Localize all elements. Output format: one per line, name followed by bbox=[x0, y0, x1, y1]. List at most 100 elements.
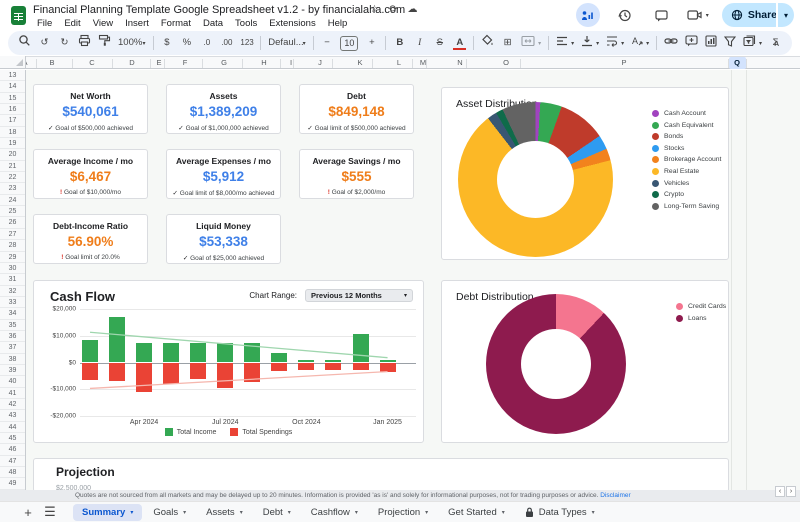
row-header-30[interactable]: 30 bbox=[0, 263, 25, 274]
legend-item-loans[interactable]: Loans bbox=[676, 315, 726, 322]
row-header-13[interactable]: 13 bbox=[0, 70, 25, 81]
insights-icon[interactable] bbox=[576, 3, 600, 27]
format-currency-button[interactable]: $ bbox=[160, 36, 173, 50]
row-header-42[interactable]: 42 bbox=[0, 399, 25, 410]
meet-button[interactable]: ▾ bbox=[687, 8, 709, 22]
insert-comment-icon[interactable] bbox=[685, 34, 698, 52]
row-header-24[interactable]: 24 bbox=[0, 195, 25, 206]
decrease-decimal-button[interactable]: .0 bbox=[200, 36, 213, 50]
income-bar[interactable] bbox=[82, 340, 98, 363]
income-bar[interactable] bbox=[109, 317, 125, 362]
add-sheet-icon[interactable]: + bbox=[17, 505, 39, 520]
cloud-saved-icon[interactable]: ☁ bbox=[406, 4, 419, 15]
legend-item-vehicles[interactable]: Vehicles bbox=[652, 180, 721, 187]
menu-data[interactable]: Data bbox=[197, 16, 229, 31]
undo-icon[interactable]: ↺ bbox=[38, 36, 51, 50]
menu-view[interactable]: View bbox=[87, 16, 119, 31]
filter-icon[interactable] bbox=[724, 34, 736, 52]
row-header-49[interactable]: 49 bbox=[0, 478, 25, 489]
collapse-toolbar-icon[interactable]: ∧ bbox=[773, 38, 780, 49]
row-header-44[interactable]: 44 bbox=[0, 422, 25, 433]
column-header-F[interactable]: F bbox=[183, 58, 188, 67]
spending-bar[interactable] bbox=[380, 363, 396, 372]
font-select[interactable]: Defaul... bbox=[268, 36, 299, 50]
text-color-button[interactable]: A bbox=[453, 37, 466, 50]
filter-views-icon[interactable] bbox=[743, 34, 756, 52]
paint-format-icon[interactable] bbox=[98, 34, 111, 52]
move-folder-icon[interactable]: ⟳ bbox=[387, 4, 400, 15]
redo-icon[interactable]: ↻ bbox=[58, 36, 71, 50]
spending-bar[interactable] bbox=[190, 363, 206, 380]
kpi-card-average-savings-mo[interactable]: Average Savings / mo$555! Goal of $2,000… bbox=[299, 149, 414, 199]
row-header-19[interactable]: 19 bbox=[0, 138, 25, 149]
column-header-C[interactable]: C bbox=[89, 58, 94, 67]
tab-summary[interactable]: Summary▾ bbox=[73, 504, 142, 521]
income-bar[interactable] bbox=[244, 343, 260, 363]
row-header-46[interactable]: 46 bbox=[0, 444, 25, 455]
column-header-Q[interactable]: Q bbox=[734, 58, 740, 67]
strikethrough-button[interactable]: S bbox=[433, 36, 446, 50]
borders-icon[interactable]: ⊞ bbox=[501, 36, 514, 50]
spending-bar[interactable] bbox=[271, 363, 287, 371]
menu-edit[interactable]: Edit bbox=[58, 16, 86, 31]
income-bar[interactable] bbox=[353, 334, 369, 363]
row-header-25[interactable]: 25 bbox=[0, 206, 25, 217]
spending-bar[interactable] bbox=[244, 363, 260, 382]
legend-item-cash-account[interactable]: Cash Account bbox=[652, 110, 721, 117]
column-header-O[interactable]: O bbox=[503, 58, 509, 67]
row-header-16[interactable]: 16 bbox=[0, 104, 25, 115]
kpi-card-debt[interactable]: Debt$849,148✓ Goal limit of $500,000 ach… bbox=[299, 84, 414, 134]
number-format-button[interactable]: 123 bbox=[240, 36, 253, 50]
column-header-N[interactable]: N bbox=[457, 58, 462, 67]
legend-item-bonds[interactable]: Bonds bbox=[652, 133, 721, 140]
row-header-39[interactable]: 39 bbox=[0, 365, 25, 376]
spending-bar[interactable] bbox=[109, 363, 125, 382]
text-rotation-icon[interactable]: A bbox=[631, 34, 643, 52]
spending-bar[interactable] bbox=[353, 363, 369, 371]
sheet-canvas[interactable]: Net Worth$540,061✓ Goal of $500,000 achi… bbox=[26, 70, 800, 490]
text-wrap-icon[interactable] bbox=[606, 34, 618, 52]
horizontal-scroll-buttons[interactable]: ‹ › bbox=[775, 486, 796, 497]
insert-link-icon[interactable] bbox=[664, 34, 678, 52]
legend-item-brokerage-account[interactable]: Brokerage Account bbox=[652, 156, 721, 163]
fill-color-icon[interactable] bbox=[481, 34, 494, 52]
row-header-32[interactable]: 32 bbox=[0, 286, 25, 297]
column-header-I[interactable]: I bbox=[290, 58, 292, 67]
row-header-17[interactable]: 17 bbox=[0, 115, 25, 126]
row-header-22[interactable]: 22 bbox=[0, 172, 25, 183]
row-header-14[interactable]: 14 bbox=[0, 81, 25, 92]
legend-item-long-term-saving[interactable]: Long-Term Saving bbox=[652, 203, 721, 210]
spending-bar[interactable] bbox=[136, 363, 152, 393]
row-header-38[interactable]: 38 bbox=[0, 354, 25, 365]
all-sheets-icon[interactable]: ☰ bbox=[39, 504, 61, 520]
row-header-36[interactable]: 36 bbox=[0, 331, 25, 342]
format-percent-button[interactable]: % bbox=[180, 36, 193, 50]
tab-get-started[interactable]: Get Started▾ bbox=[439, 504, 514, 521]
disclaimer-link[interactable]: Disclaimer bbox=[600, 492, 630, 499]
menu-tools[interactable]: Tools bbox=[229, 16, 263, 31]
spending-bar[interactable] bbox=[298, 363, 314, 371]
cashflow-chart[interactable]: $20,000$10,000$0-$10,000-$20,000Apr 2024… bbox=[34, 281, 423, 442]
legend-item-crypto[interactable]: Crypto bbox=[652, 191, 721, 198]
spending-bar[interactable] bbox=[82, 363, 98, 380]
row-header-45[interactable]: 45 bbox=[0, 433, 25, 444]
column-header-K[interactable]: K bbox=[357, 58, 362, 67]
vertical-align-icon[interactable] bbox=[581, 34, 593, 52]
legend-item-real-estate[interactable]: Real Estate bbox=[652, 168, 721, 175]
legend-item-cash-equivalent[interactable]: Cash Equivalent bbox=[652, 122, 721, 129]
star-icon[interactable]: ☆ bbox=[368, 4, 381, 15]
bold-button[interactable]: B bbox=[393, 36, 406, 50]
tab-data-types[interactable]: Data Types▾ bbox=[516, 504, 604, 521]
italic-button[interactable]: I bbox=[413, 36, 426, 50]
increase-font-size-button[interactable]: + bbox=[365, 36, 378, 50]
income-bar[interactable] bbox=[136, 343, 152, 363]
menu-insert[interactable]: Insert bbox=[119, 16, 155, 31]
row-header-15[interactable]: 15 bbox=[0, 93, 25, 104]
column-header-P[interactable]: P bbox=[621, 58, 626, 67]
column-header-L[interactable]: L bbox=[397, 58, 401, 67]
menu-file[interactable]: File bbox=[31, 16, 58, 31]
kpi-card-net-worth[interactable]: Net Worth$540,061✓ Goal of $500,000 achi… bbox=[33, 84, 148, 134]
zoom-select[interactable]: 100% bbox=[118, 36, 139, 50]
spending-bar[interactable] bbox=[163, 363, 179, 384]
kpi-card-liquid-money[interactable]: Liquid Money$53,338✓ Goal of $25,000 ach… bbox=[166, 214, 281, 264]
